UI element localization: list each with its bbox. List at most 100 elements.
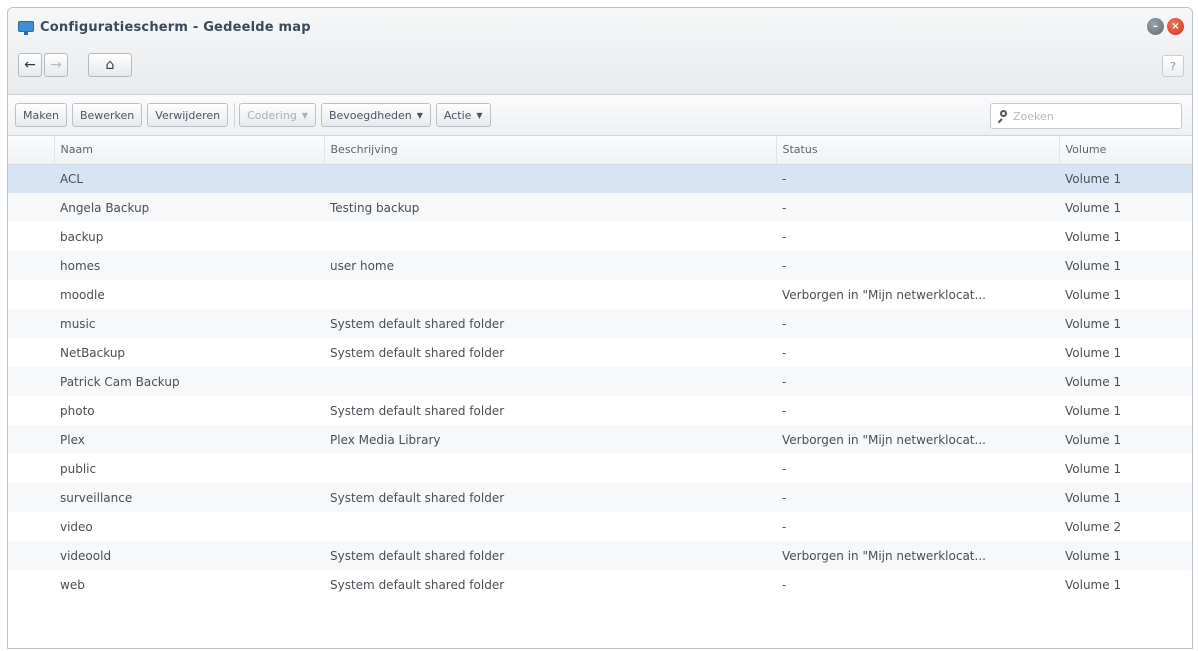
arrow-right-icon: →	[50, 57, 62, 73]
cell-status: -	[782, 374, 787, 389]
cell-description: System default shared folder	[330, 403, 505, 418]
encryption-dropdown[interactable]: Codering ▼	[239, 103, 316, 127]
row-spacer	[8, 512, 54, 541]
row-spacer	[8, 454, 54, 483]
cell-volume: Volume 1	[1065, 548, 1122, 563]
cell-description: Testing backup	[330, 200, 420, 215]
row-spacer	[8, 570, 54, 599]
cell-description: Plex Media Library	[330, 432, 441, 447]
cell-name: public	[60, 461, 97, 476]
cell-status: -	[782, 519, 787, 534]
cell-description	[324, 222, 776, 251]
row-spacer	[8, 280, 54, 309]
caret-down-icon: ▼	[301, 110, 308, 120]
table-row[interactable]: backup - Volume 1	[8, 222, 1192, 251]
table-row[interactable]: Angela Backup Testing backup - Volume 1	[8, 193, 1192, 222]
cell-name: photo	[60, 403, 95, 418]
table-header-row: Naam Beschrijving Status Volume	[8, 136, 1192, 165]
row-spacer	[8, 483, 54, 512]
column-header-status[interactable]: Status	[775, 136, 1059, 165]
row-spacer	[8, 367, 54, 396]
table-row[interactable]: Plex Plex Media Library Verborgen in "Mijn…	[8, 425, 1192, 454]
cell-status: Verborgen in "Mijn netwerklocat...	[782, 432, 986, 447]
control-panel-window: Configuratiescherm - Gedeelde map – × ← …	[7, 7, 1193, 649]
search-box[interactable]	[990, 103, 1182, 129]
cell-name: homes	[60, 258, 101, 273]
permissions-dropdown[interactable]: Bevoegdheden ▼	[320, 103, 431, 127]
cell-description	[324, 280, 776, 309]
edit-button[interactable]: Bewerken	[71, 103, 143, 127]
column-header-description[interactable]: Beschrijving	[323, 136, 776, 165]
cell-status: -	[782, 229, 787, 244]
encryption-label: Codering	[247, 108, 297, 122]
table-row[interactable]: moodle Verborgen in "Mijn netwerklocat...…	[8, 280, 1192, 309]
cell-volume: Volume 1	[1065, 258, 1122, 273]
forward-button[interactable]: →	[44, 53, 68, 77]
column-header-name[interactable]: Naam	[53, 136, 324, 165]
table-row[interactable]: music System default shared folder - Volume…	[8, 309, 1192, 338]
cell-name: Angela Backup	[60, 200, 150, 215]
action-dropdown[interactable]: Actie ▼	[435, 103, 491, 127]
table-row[interactable]: photo System default shared folder - Volume…	[8, 396, 1192, 425]
row-spacer	[8, 541, 54, 570]
toolbar-divider	[234, 103, 236, 127]
table-row[interactable]: video - Volume 2	[8, 512, 1192, 541]
cell-status: -	[782, 461, 787, 476]
cell-volume: Volume 1	[1065, 374, 1122, 389]
create-button[interactable]: Maken	[15, 103, 67, 127]
cell-name: backup	[60, 229, 104, 244]
title-bar: Configuratiescherm - Gedeelde map – × ← …	[8, 8, 1192, 95]
cell-description	[324, 164, 776, 193]
cell-name: music	[60, 316, 96, 331]
table-row[interactable]: web System default shared folder - Volume 1	[8, 570, 1192, 599]
cell-volume: Volume 2	[1065, 519, 1122, 534]
row-spacer	[8, 251, 54, 280]
close-icon[interactable]: ×	[1167, 18, 1184, 35]
navigation-bar: ← → ⌂	[18, 53, 134, 77]
cell-volume: Volume 1	[1065, 403, 1122, 418]
table-row[interactable]: NetBackup System default shared folder - Vo…	[8, 338, 1192, 367]
cell-name: moodle	[60, 287, 105, 302]
cell-description: System default shared folder	[330, 345, 505, 360]
home-button[interactable]: ⌂	[88, 53, 132, 77]
cell-description: System default shared folder	[330, 490, 505, 505]
action-label: Actie	[443, 108, 472, 122]
control-panel-icon	[18, 20, 34, 35]
shared-folders-table: Naam Beschrijving Status Volume ACL - Volu…	[8, 136, 1192, 599]
table-row[interactable]: Patrick Cam Backup - Volume 1	[8, 367, 1192, 396]
cell-name: surveillance	[60, 490, 133, 505]
cell-status: -	[782, 490, 787, 505]
table-row[interactable]: surveillance System default shared folder…	[8, 483, 1192, 512]
home-icon: ⌂	[105, 57, 115, 73]
cell-status: -	[782, 316, 787, 331]
cell-status: -	[782, 403, 787, 418]
row-spacer	[8, 338, 54, 367]
cell-status: Verborgen in "Mijn netwerklocat...	[782, 287, 986, 302]
row-spacer	[8, 222, 54, 251]
search-icon	[997, 110, 1009, 124]
window-title: Configuratiescherm - Gedeelde map	[40, 20, 311, 35]
search-input[interactable]	[1013, 109, 1173, 123]
table-row[interactable]: public - Volume 1	[8, 454, 1192, 483]
table-row[interactable]: ACL - Volume 1	[8, 164, 1192, 193]
help-button[interactable]: ?	[1162, 55, 1184, 77]
table-row[interactable]: videoold System default shared folder Verb…	[8, 541, 1192, 570]
cell-volume: Volume 1	[1065, 577, 1122, 592]
cell-name: Plex	[60, 432, 85, 447]
back-button[interactable]: ←	[18, 53, 42, 77]
cell-description: user home	[330, 258, 395, 273]
cell-volume: Volume 1	[1065, 345, 1122, 360]
row-spacer	[8, 396, 54, 425]
cell-status: -	[782, 345, 787, 360]
cell-volume: Volume 1	[1065, 316, 1122, 331]
table-row[interactable]: homes user home - Volume 1	[8, 251, 1192, 280]
delete-button[interactable]: Verwijderen	[147, 103, 229, 127]
cell-volume: Volume 1	[1065, 287, 1122, 302]
cell-description: System default shared folder	[330, 577, 505, 592]
column-header-volume[interactable]: Volume	[1058, 136, 1192, 165]
column-header-spacer	[8, 136, 54, 165]
title-row: Configuratiescherm - Gedeelde map	[18, 20, 311, 35]
cell-volume: Volume 1	[1065, 200, 1122, 215]
cell-status: -	[782, 171, 787, 186]
minimize-icon[interactable]: –	[1147, 18, 1164, 35]
